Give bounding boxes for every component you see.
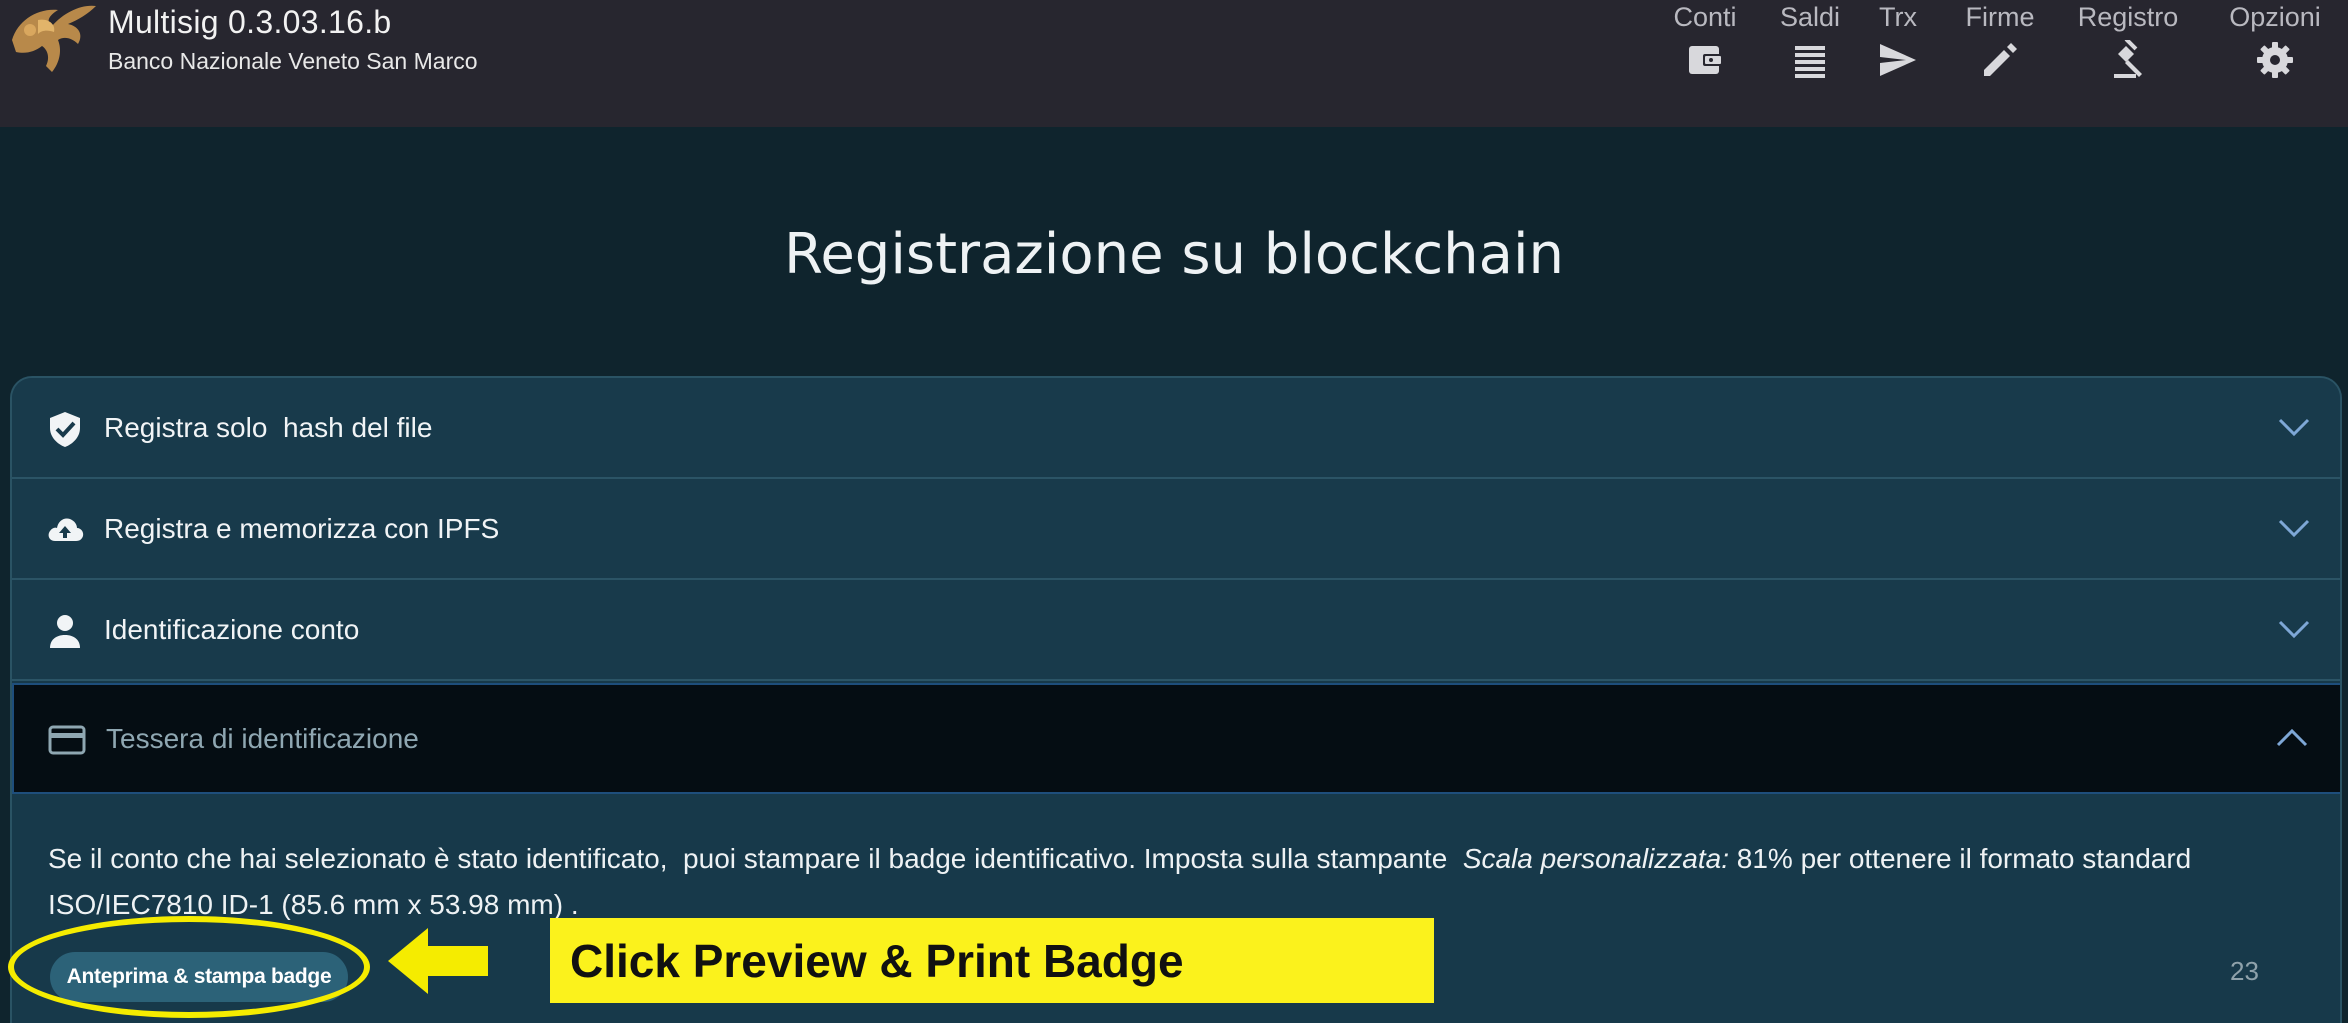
instructions-text: Se il conto che hai selezionato è stato …: [48, 843, 1463, 874]
page-title: Registrazione su blockchain: [783, 222, 1565, 287]
top-bar: Multisig 0.3.03.16.b Banco Nazionale Ven…: [0, 0, 2348, 127]
nav-label: Opzioni: [2229, 2, 2321, 32]
shield-check-icon: [50, 412, 80, 447]
cloud-upload-icon: [48, 518, 84, 541]
gear-icon: [2257, 42, 2293, 78]
instructions-italic: Scala personalizzata:: [1462, 843, 1729, 874]
instruction-callout: Click Preview & Print Badge: [550, 918, 1434, 1003]
badge-instructions: Se il conto che hai selezionato è stato …: [48, 836, 2318, 928]
nav-conti[interactable]: Conti: [1645, 0, 1765, 90]
page-number: 23: [2230, 956, 2259, 986]
send-icon: [1880, 44, 1916, 76]
nav-label: Registro: [2077, 2, 2179, 32]
credit-card-icon: [48, 725, 86, 755]
pencil-icon: [1984, 43, 2017, 76]
accordion-item-label: Registra solo hash del file: [104, 412, 433, 443]
nav-label: Firme: [1965, 2, 2035, 32]
person-icon: [50, 615, 80, 648]
callout-text: Click Preview & Print Badge: [570, 935, 1184, 987]
chevron-down-icon: [2278, 519, 2310, 538]
nav-label: Trx: [1879, 2, 1917, 32]
accordion-item-tessera[interactable]: Tessera di identificazione: [12, 683, 2340, 794]
chevron-down-icon: [2278, 620, 2310, 639]
nav-firme[interactable]: Firme: [1940, 0, 2060, 90]
app-subtitle: Banco Nazionale Veneto San Marco: [108, 48, 478, 74]
nav-label: Conti: [1673, 2, 1737, 32]
app-title: Multisig 0.3.03.16.b: [108, 4, 392, 40]
nav-label: Saldi: [1779, 2, 1841, 32]
chevron-up-icon: [2276, 728, 2308, 747]
arrow-left-icon: [388, 928, 488, 994]
gavel-icon: [2114, 40, 2142, 78]
accordion-item-identificazione[interactable]: Identificazione conto: [12, 580, 2340, 681]
accordion-item-label: Registra e memorizza con IPFS: [104, 513, 500, 544]
highlight-ellipse: [8, 916, 370, 1018]
chevron-down-icon: [2278, 418, 2310, 437]
nav-registro[interactable]: Registro: [2068, 0, 2188, 90]
accordion-item-label: Tessera di identificazione: [106, 723, 419, 754]
wallet-icon: [1689, 46, 1723, 74]
accordion-item-hash[interactable]: Registra solo hash del file: [12, 378, 2340, 479]
winged-lion-logo-icon: [12, 5, 96, 72]
list-icon: [1795, 46, 1825, 78]
accordion-item-ipfs[interactable]: Registra e memorizza con IPFS: [12, 479, 2340, 580]
nav-opzioni[interactable]: Opzioni: [2215, 0, 2335, 90]
accordion-item-label: Identificazione conto: [104, 614, 360, 645]
